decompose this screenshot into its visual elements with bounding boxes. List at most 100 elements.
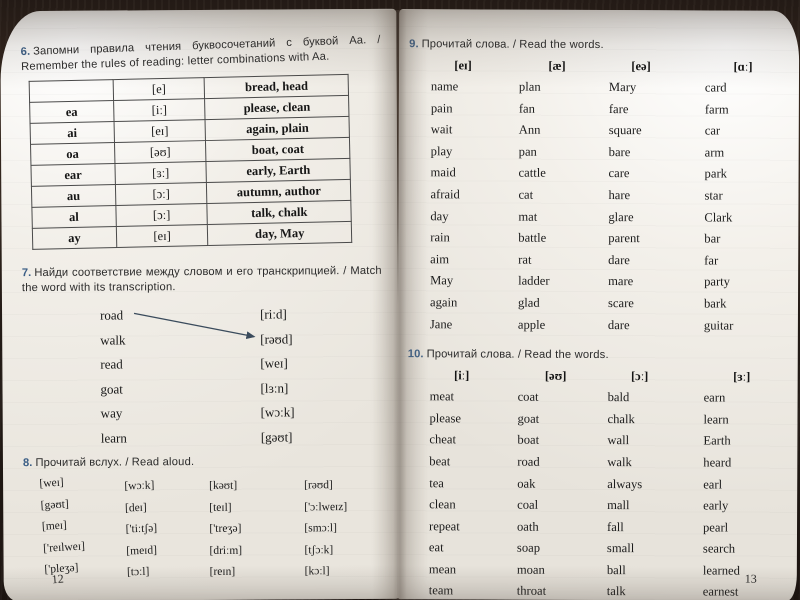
word-item: earl: [703, 476, 723, 492]
word-item: ball: [606, 562, 626, 577]
match-transcription[interactable]: [gəʊt]: [261, 425, 295, 450]
cell-transcription: [e]: [112, 77, 205, 101]
exercise-9-word-columns: [eɪ] name pain wait play maid afraid day…: [430, 58, 789, 337]
word-item: scare: [607, 295, 634, 311]
exercise-10-word-columns: [iː] meat please cheat beat tea clean re…: [429, 368, 788, 600]
word-column-aa: [ɑː] card farm car arm park star Clark b…: [704, 59, 795, 337]
word-item: beat: [429, 454, 451, 469]
word-item: maid: [430, 165, 456, 180]
word-column-ii: [iː] meat please cheat beat tea clean re…: [429, 368, 518, 600]
transcription-column: [wɔːk] [deɪ] ['tiːtʃə] [meɪd] [tɔːl]: [124, 474, 212, 584]
word-item: please: [429, 410, 462, 426]
word-item: road: [517, 454, 540, 469]
match-arrow-road-to-roud: [133, 312, 256, 340]
word-item: again: [429, 295, 458, 310]
word-item: fan: [518, 101, 535, 116]
word-item: Earth: [703, 433, 731, 448]
transcription-item: ['ɔːlweɪz]: [304, 500, 348, 513]
match-transcription[interactable]: [lɜːn]: [260, 376, 294, 401]
match-word[interactable]: road: [100, 303, 126, 328]
match-arrow-svg: [133, 312, 256, 340]
word-item: guitar: [703, 317, 734, 333]
transcription-item: [driːm]: [209, 544, 243, 557]
exercise-9-text-ru: Прочитай слова. /: [421, 38, 517, 51]
transcription-item: [kəʊt]: [209, 479, 238, 492]
word-item: card: [704, 80, 727, 95]
word-column-ea: [eə] Mary fare square bare care hare gla…: [608, 59, 705, 337]
match-transcription[interactable]: [rəʊd]: [260, 327, 294, 352]
word-item: bald: [607, 390, 630, 405]
word-item: small: [606, 541, 635, 556]
word-column-oo: [ɔː] bald chalk wall walk always mall fa…: [607, 369, 704, 600]
word-item: mat: [518, 209, 538, 224]
exercise-7-number: 7.: [21, 267, 32, 280]
word-item: tea: [429, 475, 444, 490]
word-item: fare: [608, 101, 629, 116]
word-item: always: [607, 476, 643, 491]
right-page-content: 9. Прочитай слова. / Read the words. [eɪ]…: [407, 37, 789, 600]
transcription-item: [tʃɔːk]: [304, 543, 334, 556]
column-header-transcription: [eɪ]: [454, 58, 472, 73]
left-page: 6. Запомни правила чтения буквосочетаний …: [0, 8, 400, 600]
match-exercise-area: road walk read goat way learn [riːd] [rə…: [22, 302, 383, 454]
word-item: square: [608, 123, 642, 138]
cell-transcription: [eɪ]: [113, 119, 206, 143]
exercise-8-text-en: Read aloud.: [131, 456, 195, 469]
exercise-8-transcription-grid: [weɪ] [gəʊt] [meɪ] ['reɪlweɪ] ['pleʒə] […: [39, 475, 384, 585]
cell-transcription: [ɜː]: [114, 161, 207, 185]
transcription-item: [reɪn]: [209, 565, 236, 578]
cell-words: day, May: [207, 221, 352, 246]
word-item: coal: [517, 497, 539, 512]
column-header-transcription: [æ]: [548, 58, 566, 73]
word-item: search: [702, 541, 736, 556]
match-word[interactable]: walk: [100, 328, 126, 353]
word-item: throat: [516, 584, 547, 599]
match-word[interactable]: goat: [100, 377, 126, 402]
word-column-ei: [eɪ] name pain wait play maid afraid day…: [430, 58, 519, 336]
match-word[interactable]: read: [100, 352, 126, 377]
word-item: rain: [430, 230, 450, 245]
word-item: hare: [608, 188, 631, 203]
column-header-transcription: [ɔː]: [630, 369, 649, 384]
match-word-column: road walk read goat way learn: [100, 303, 127, 450]
match-transcription[interactable]: [wɔːk]: [261, 400, 295, 425]
word-item: Mary: [608, 80, 637, 95]
word-item: team: [428, 583, 454, 598]
word-item: dare: [607, 317, 630, 332]
word-item: aim: [430, 252, 450, 267]
word-item: repeat: [429, 518, 460, 534]
transcription-item: [smɔːl]: [304, 522, 337, 535]
word-item: star: [704, 188, 723, 203]
column-header-transcription: [eə]: [631, 59, 651, 74]
exercise-6-number: 6.: [20, 45, 31, 59]
transcription-column: [weɪ] [gəʊt] [meɪ] ['reɪlweɪ] ['pleʒə]: [39, 469, 130, 581]
word-item: parent: [608, 231, 640, 246]
match-word[interactable]: way: [101, 401, 127, 426]
cell-letters: ay: [32, 226, 117, 250]
cell-transcription: [eɪ]: [116, 224, 209, 248]
photo-scene: 6. Запомни правила чтения буквосочетаний …: [0, 0, 800, 600]
word-item: soap: [516, 540, 541, 556]
transcription-item: [teɪl]: [209, 501, 232, 514]
match-transcription[interactable]: [riːd]: [260, 302, 294, 327]
word-item: mare: [608, 274, 634, 289]
cell-letters: [29, 79, 114, 103]
cell-transcription: [ɔː]: [115, 203, 208, 227]
word-item: cattle: [518, 166, 546, 181]
cell-letters: oa: [30, 142, 115, 166]
word-item: May: [430, 273, 454, 288]
exercise-9: 9. Прочитай слова. / Read the words. [eɪ]…: [408, 37, 789, 337]
reading-rules-table-wrap: [e] bread, head ea [iː] please, clean ai: [21, 73, 385, 250]
word-item: goat: [517, 411, 540, 426]
word-item: early: [703, 498, 729, 513]
transcription-item: [deɪ]: [124, 501, 147, 514]
match-word[interactable]: learn: [101, 426, 127, 451]
word-item: far: [704, 253, 719, 268]
word-item: day: [430, 208, 449, 223]
match-transcription[interactable]: [weɪ]: [260, 351, 294, 376]
word-item: learn: [703, 412, 729, 427]
word-item: glare: [608, 209, 634, 224]
word-item: rat: [518, 252, 532, 267]
cell-letters: ea: [29, 100, 114, 124]
word-item: oak: [517, 476, 536, 491]
